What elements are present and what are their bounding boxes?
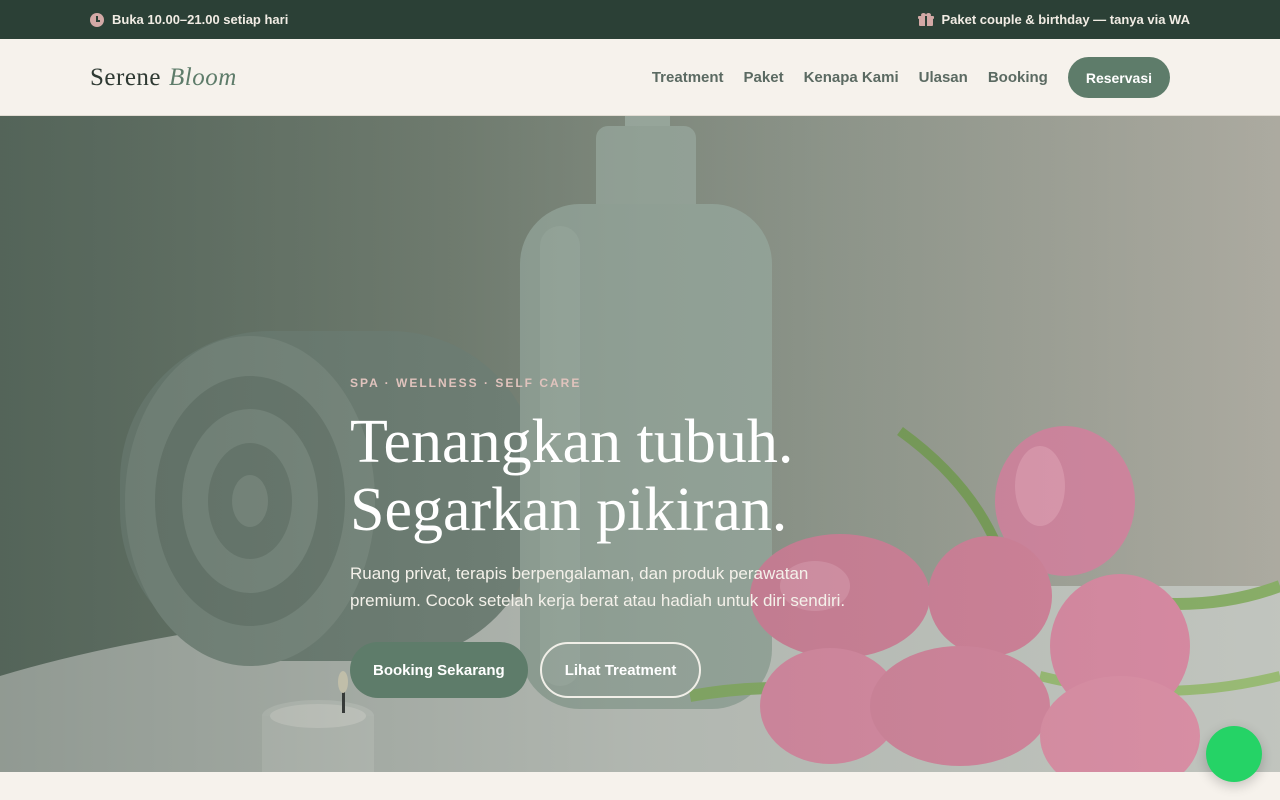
brand-name: Serene — [90, 63, 162, 91]
promo-text: Paket couple & birthday — tanya via WA — [941, 12, 1190, 27]
hero-subtitle: Ruang privat, terapis berpengalaman, dan… — [350, 564, 846, 610]
whatsapp-icon[interactable] — [1206, 726, 1262, 782]
nav-link-treatment[interactable]: Treatment — [652, 69, 724, 86]
nav-link-ulasan[interactable]: Ulasan — [919, 69, 968, 86]
top-announcement-bar: Buka 10.00–21.00 setiap hari Paket coupl… — [0, 0, 1280, 39]
hero-content: SPA · WELLNESS · SELF CARE Tenangkan tub… — [350, 376, 950, 698]
booking-sekarang-button[interactable]: Booking Sekarang — [350, 642, 528, 698]
site-header: Serene Bloom Treatment Paket Kenapa Kami… — [0, 39, 1280, 116]
nav-link-kenapa-kami[interactable]: Kenapa Kami — [804, 69, 899, 86]
next-section-edge — [0, 772, 1280, 800]
hero-headline: Tenangkan tubuh. Segarkan pikiran. — [350, 408, 950, 544]
brand-name-accent: Bloom — [169, 63, 237, 91]
lihat-treatment-button[interactable]: Lihat Treatment — [539, 642, 702, 698]
opening-hours-text: Buka 10.00–21.00 setiap hari — [112, 12, 289, 27]
hero-eyebrow: SPA · WELLNESS · SELF CARE — [350, 376, 582, 390]
hero-section: SPA · WELLNESS · SELF CARE Tenangkan tub… — [0, 116, 1280, 772]
hero-buttons: Booking Sekarang Lihat Treatment — [350, 642, 950, 698]
reservasi-button[interactable]: Reservasi — [1067, 57, 1170, 98]
hero-headline-line1: Tenangkan tubuh. — [350, 408, 794, 476]
nav-link-booking[interactable]: Booking — [988, 69, 1048, 86]
promo-notice: Paket couple & birthday — tanya via WA — [918, 0, 1190, 39]
nav-link-paket[interactable]: Paket — [744, 69, 784, 86]
gift-icon — [918, 13, 935, 26]
brand-logo[interactable]: Serene Bloom — [90, 39, 237, 116]
opening-hours: Buka 10.00–21.00 setiap hari — [90, 0, 288, 39]
clock-icon — [90, 12, 104, 27]
hero-headline-line2: Segarkan pikiran. — [350, 476, 788, 544]
main-nav: Treatment Paket Kenapa Kami Ulasan Booki… — [652, 39, 1190, 116]
